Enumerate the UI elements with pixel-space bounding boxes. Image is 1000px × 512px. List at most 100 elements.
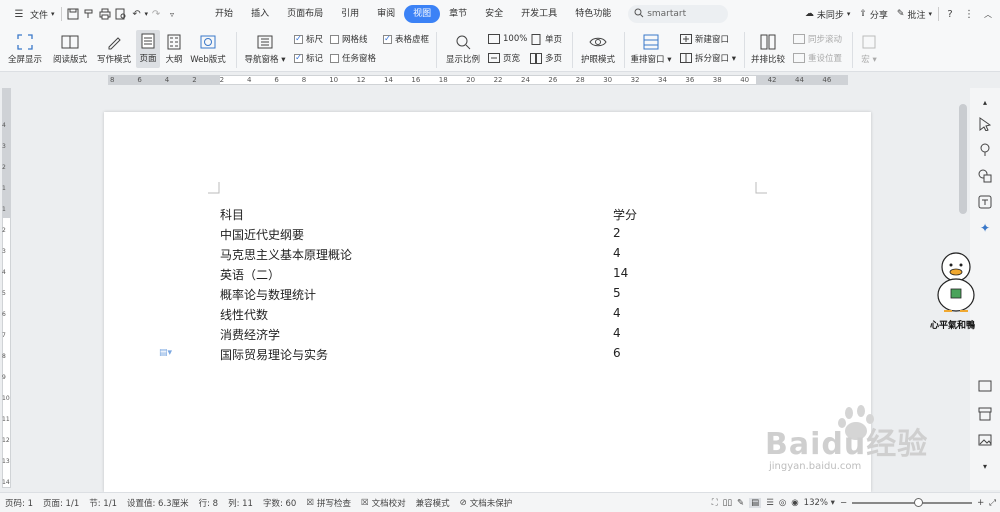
tab-references[interactable]: 引用 (332, 5, 368, 23)
nav-pane-button[interactable]: 导航窗格 ▾ (244, 31, 286, 65)
page-view-button[interactable]: 页面 (136, 30, 160, 68)
side-by-side-button[interactable]: 并排比较 (748, 31, 788, 65)
location-icon[interactable] (977, 142, 993, 158)
new-window-button[interactable]: 新建窗口 (680, 33, 729, 45)
fullscreen-button[interactable]: 全屏显示 (6, 31, 44, 65)
horizontal-ruler[interactable]: 8 6 4 2 2 4 6 8 10 12 14 16 18 20 22 24 26 28 30 32 34 36 38 40… (0, 73, 958, 87)
tab-review[interactable]: 审阅 (368, 5, 404, 23)
tab-view[interactable]: 视图 (404, 5, 441, 23)
table-row[interactable]: 马克思主义基本原理概论 4 (220, 246, 740, 266)
reading-mode-button[interactable]: 阅读版式 (50, 31, 90, 65)
reset-position-button[interactable]: 重设位置 (793, 52, 842, 64)
tab-security[interactable]: 安全 (476, 5, 512, 23)
tab-insert[interactable]: 插入 (242, 5, 278, 23)
collapse-ribbon-icon[interactable]: ︿ (980, 6, 996, 22)
page-width-button[interactable]: 页宽 (488, 52, 520, 64)
translate-icon[interactable] (977, 194, 993, 210)
table-row[interactable]: 英语（二） 14 (220, 266, 740, 286)
section-count[interactable]: 节: 1/1 (84, 497, 122, 509)
table-row[interactable]: 中国近代史纲要 2 (220, 226, 740, 246)
compat-mode-label[interactable]: 兼容模式 (411, 497, 455, 509)
zoom-slider[interactable] (852, 498, 973, 507)
comment-button[interactable]: ✎ 批注 ▾ (894, 3, 935, 25)
help-icon[interactable]: ? (942, 6, 958, 22)
macro-button[interactable]: 宏 ▾ (856, 31, 882, 65)
outline-view-icon[interactable]: ☰ (766, 498, 774, 508)
protect-button[interactable]: ⊘ 文档未保护 (455, 497, 518, 509)
single-page-button[interactable]: 单页 (530, 33, 562, 45)
zoom-level[interactable]: 132% ▾ (804, 498, 835, 508)
ruler-tick-label: 12 (356, 76, 366, 84)
scrollbar-thumb[interactable] (959, 104, 967, 214)
sync-button[interactable]: ☁ 未同步 ▾ (802, 3, 854, 25)
table-row[interactable]: 概率论与数理统计 5 (220, 286, 740, 306)
file-menu[interactable]: ☰ 文件 ▾ (8, 3, 58, 25)
print-preview-icon[interactable] (113, 6, 129, 22)
sync-scroll-button[interactable]: 同步滚动 (793, 33, 842, 45)
tab-developer[interactable]: 开发工具 (512, 5, 566, 23)
undo-icon[interactable]: ↶ (129, 6, 145, 22)
format-painter-icon[interactable] (81, 6, 97, 22)
more-options-icon[interactable]: ⋮ (961, 6, 977, 22)
search-input[interactable]: smartart (647, 9, 686, 19)
task-pane-checkbox[interactable]: 任务窗格 (330, 52, 376, 64)
fit-page-icon[interactable]: ⛶ (712, 498, 718, 508)
collapse-panel-icon[interactable]: ▴ (977, 94, 993, 110)
print-icon[interactable] (97, 6, 113, 22)
table-row[interactable]: 消费经济学 4 (220, 326, 740, 346)
tab-home[interactable]: 开始 (206, 5, 242, 23)
share-button[interactable]: ⇪ 分享 (856, 3, 891, 25)
tab-page-layout[interactable]: 页面布局 (278, 5, 332, 23)
marks-checkbox[interactable]: ✓ 标记 (294, 52, 323, 64)
shapes-icon[interactable] (977, 168, 993, 184)
cursor-icon[interactable] (977, 116, 993, 132)
zoom-100-button[interactable]: 100% (488, 33, 527, 44)
redo-icon[interactable]: ↷ (148, 6, 164, 22)
save-icon[interactable] (65, 6, 81, 22)
expand-icon[interactable]: ⤢ (989, 498, 996, 508)
reading-view-icon[interactable]: ▯▯ (723, 498, 732, 508)
image-icon[interactable] (977, 432, 993, 448)
paragraph-handle-icon[interactable]: ▤▾ (159, 348, 172, 358)
zoom-slider-knob[interactable] (914, 498, 924, 507)
customize-icon[interactable]: ▿ (164, 6, 180, 22)
multi-page-label: 多页 (545, 54, 563, 64)
eye-mode-button[interactable]: 护眼模式 (578, 31, 618, 65)
table-row[interactable]: 线性代数 4 (220, 306, 740, 326)
zoom-100-icon (488, 33, 500, 44)
next-page-icon[interactable]: ▾ (977, 458, 993, 474)
zoom-out-icon[interactable]: − (840, 498, 847, 508)
gridlines-checkbox[interactable]: 网格线 (330, 33, 368, 45)
outline-button[interactable]: 大纲 (162, 31, 186, 65)
spell-check-button[interactable]: ☒ 拼写检查 (301, 497, 356, 509)
tab-special[interactable]: 特色功能 (566, 5, 620, 23)
page-view-icon[interactable]: ▤ (749, 498, 762, 508)
writing-mode-button[interactable]: 写作模式 (94, 31, 134, 65)
doc-check-button[interactable]: ☒ 文档校对 (356, 497, 411, 509)
table-row[interactable]: 国际贸易理论与实务 6 (220, 346, 740, 366)
zoom-in-icon[interactable]: + (977, 498, 984, 508)
sparkle-icon[interactable]: ✦ (977, 220, 993, 236)
word-count[interactable]: 字数: 60 (258, 497, 301, 509)
sync-scroll-icon (793, 34, 805, 45)
setting-value[interactable]: 设置值: 6.3厘米 (122, 497, 194, 509)
zoom-ratio-button[interactable]: 显示比例 (444, 31, 482, 65)
ruler-checkbox[interactable]: ✓ 标尺 (294, 33, 323, 45)
web-view-icon[interactable]: ◎ (779, 498, 786, 508)
multi-page-button[interactable]: 多页 (530, 52, 562, 64)
vertical-ruler[interactable]: 4 3 2 1 1 2 3 4 5 6 7 8 9 10 11 12 13 14 (0, 88, 12, 488)
eye-icon[interactable]: ◉ (791, 498, 798, 508)
rearrange-window-button[interactable]: 重排窗口 ▾ (628, 31, 674, 65)
table-header-row[interactable]: 科目 学分 (220, 206, 740, 226)
archive-icon[interactable] (977, 406, 993, 422)
pen-icon[interactable]: ✎ (737, 498, 744, 508)
page-number[interactable]: 页码: 1 (0, 497, 38, 509)
web-view-button[interactable]: Web版式 (188, 31, 228, 65)
page-count[interactable]: 页面: 1/1 (38, 497, 84, 509)
side-by-side-icon (757, 31, 779, 53)
table-gridlines-checkbox[interactable]: ✓ 表格虚框 (383, 33, 429, 45)
search-box[interactable]: smartart (628, 5, 729, 23)
tab-chapter[interactable]: 章节 (440, 5, 476, 23)
share-panel-icon[interactable] (977, 378, 993, 394)
split-window-button[interactable]: 拆分窗口 ▾ (680, 52, 736, 64)
